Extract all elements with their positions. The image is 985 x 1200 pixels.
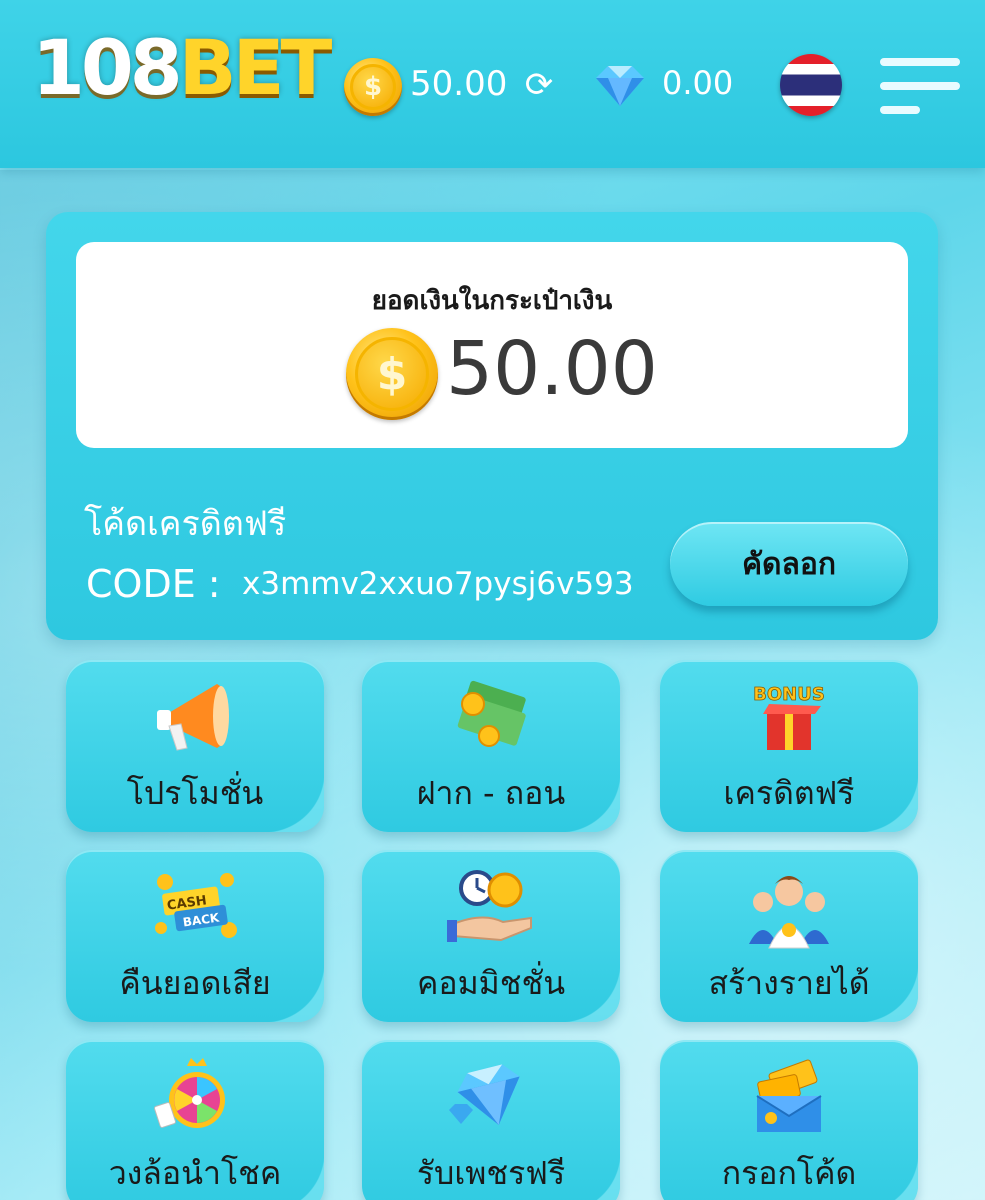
bonus-text: BONUS <box>753 684 825 705</box>
megaphone-icon <box>157 684 229 751</box>
money-stack-icon <box>457 680 526 747</box>
menu-tile-label: สร้างรายได้ <box>708 964 870 1002</box>
menu-tile-promotion[interactable]: โปรโมชั่น <box>66 660 324 832</box>
free-credit-code-label: โค้ดเครดิตฟรี <box>84 504 287 544</box>
wallet-amount: 50.00 <box>446 326 658 412</box>
menu-tile-enter-code[interactable]: กรอกโค้ด <box>660 1040 918 1200</box>
logo-number: 108 <box>32 23 183 112</box>
logo[interactable]: 108BET <box>32 30 332 106</box>
menu-tile-free-credit[interactable]: BONUS เครดิตฟรี <box>660 660 918 832</box>
menu-tile-label: วงล้อนำโชค <box>108 1154 282 1192</box>
bonus-gift-icon: BONUS <box>753 684 825 750</box>
menu-tile-label: เครดิตฟรี <box>723 774 855 812</box>
menu-tile-lucky-wheel[interactable]: วงล้อนำโชค <box>66 1040 324 1200</box>
gem-balance: 0.00 <box>662 64 734 102</box>
team-icon <box>749 876 829 949</box>
cashback-icon: CASH BACK <box>155 873 237 938</box>
menu-tile-earn-income[interactable]: สร้างรายได้ <box>660 850 918 1022</box>
coin-icon: $ <box>346 328 438 420</box>
menu-tile-label: โปรโมชั่น <box>126 774 264 812</box>
menu-tile-cashback[interactable]: CASH BACK คืนยอดเสีย <box>66 850 324 1022</box>
menu-tile-label: กรอกโค้ด <box>721 1154 857 1192</box>
commission-icon <box>447 870 532 942</box>
wallet-title: ยอดเงินในกระเป๋าเงิน <box>371 286 613 316</box>
copy-button[interactable]: คัดลอก <box>670 522 908 606</box>
menu-tile-label: คืนยอดเสีย <box>119 964 271 1002</box>
hamburger-menu-icon[interactable] <box>880 58 960 118</box>
menu-tile-label: ฝาก - ถอน <box>416 774 566 812</box>
code-label: CODE : <box>86 562 221 606</box>
logo-word: BET <box>178 23 333 112</box>
coin-symbol: $ <box>350 64 396 110</box>
top-bar: 108BET $ 50.00 ⟳ 0.00 <box>0 0 985 168</box>
diamond-icon <box>596 66 644 106</box>
wallet-balance-card: ยอดเงินในกระเป๋าเงิน $ 50.00 <box>76 242 908 448</box>
coupon-icon <box>756 1059 822 1132</box>
thai-flag-icon[interactable] <box>780 54 842 116</box>
lucky-wheel-icon <box>154 1058 225 1128</box>
wallet-panel: ยอดเงินในกระเป๋าเงิน $ 50.00 โค้ดเครดิตฟ… <box>46 212 938 640</box>
coin-symbol: $ <box>355 337 429 411</box>
code-value: x3mmv2xxuo7pysj6v593 <box>242 566 634 602</box>
menu-tile-label: รับเพชรฟรี <box>416 1154 566 1192</box>
menu-tile-free-diamond[interactable]: รับเพชรฟรี <box>362 1040 620 1200</box>
refresh-icon[interactable]: ⟳ <box>520 66 558 104</box>
header-balance: 50.00 <box>410 64 508 104</box>
menu-tile-commission[interactable]: คอมมิชชั่น <box>362 850 620 1022</box>
menu-tile-deposit-withdraw[interactable]: ฝาก - ถอน <box>362 660 620 832</box>
menu-tile-label: คอมมิชชั่น <box>416 964 566 1002</box>
diamond-icon <box>449 1064 520 1126</box>
coin-icon: $ <box>344 58 402 116</box>
